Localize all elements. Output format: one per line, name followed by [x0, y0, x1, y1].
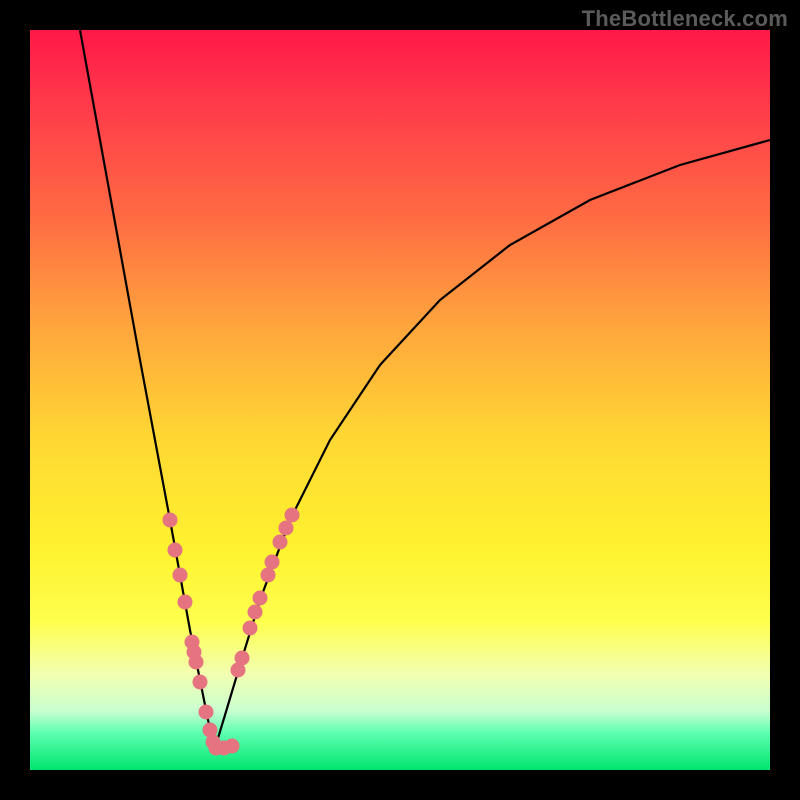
sample-dot	[225, 739, 240, 754]
sample-dot	[261, 568, 276, 583]
sample-dot	[189, 655, 204, 670]
bottleneck-chart	[30, 30, 770, 770]
sample-dot	[273, 535, 288, 550]
sample-dot	[243, 621, 258, 636]
sample-dots-group	[163, 508, 300, 756]
sample-dot	[199, 705, 214, 720]
sample-dot	[265, 555, 280, 570]
sample-dot	[285, 508, 300, 523]
sample-dot	[178, 595, 193, 610]
sample-dot	[279, 521, 294, 536]
curve-right-branch	[215, 140, 770, 748]
sample-dot	[163, 513, 178, 528]
sample-dot	[253, 591, 268, 606]
sample-dot	[168, 543, 183, 558]
watermark-text: TheBottleneck.com	[582, 6, 788, 32]
sample-dot	[248, 605, 263, 620]
sample-dot	[193, 675, 208, 690]
sample-dot	[235, 651, 250, 666]
sample-dot	[173, 568, 188, 583]
